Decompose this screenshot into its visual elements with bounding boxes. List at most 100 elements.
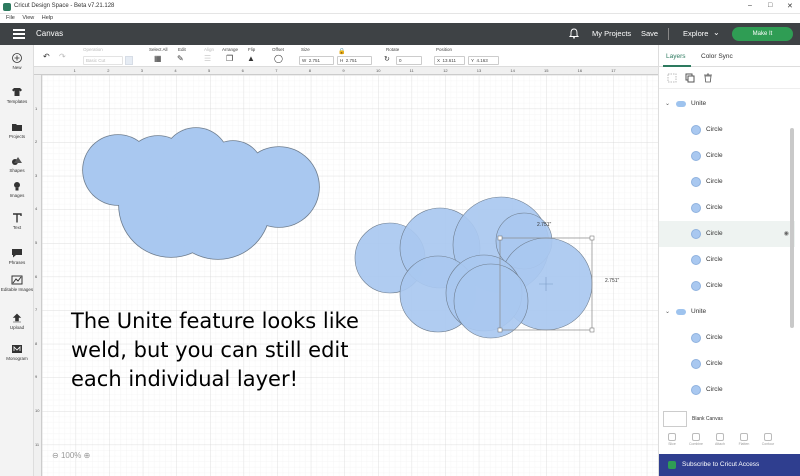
cricut-logo-icon: [3, 3, 11, 11]
chevron-down-icon[interactable]: ⌄: [665, 308, 670, 315]
zoom-control[interactable]: ⊖ 100% ⊕: [52, 451, 90, 460]
layer-row[interactable]: Circle: [659, 351, 795, 377]
sidebar-item-shapes[interactable]: Shapes: [0, 156, 34, 173]
contour-button[interactable]: Contour: [759, 433, 777, 446]
layer-label: Circle: [706, 386, 723, 393]
blank-canvas-thumbnail[interactable]: [663, 411, 687, 427]
arrange-icon[interactable]: ❐: [226, 54, 233, 63]
layer-group-label: Unite: [691, 100, 707, 107]
layer-row[interactable]: Circle: [659, 247, 795, 273]
subscribe-banner[interactable]: Subscribe to Cricut Access: [659, 454, 800, 476]
attach-button[interactable]: Attach: [711, 433, 729, 446]
combine-button[interactable]: Combine: [687, 433, 705, 446]
slice-button[interactable]: Slice: [663, 433, 681, 446]
edit-icon[interactable]: ✎: [177, 54, 184, 63]
x-position-field[interactable]: X 13.611: [434, 56, 465, 65]
layer-row[interactable]: Circle: [659, 273, 795, 299]
ruler-tick-label: 10: [376, 68, 381, 73]
menu-view[interactable]: View: [22, 15, 34, 21]
eye-icon[interactable]: ◉: [784, 230, 789, 237]
tab-color-sync[interactable]: Color Sync: [701, 53, 733, 60]
edit-toolbar: ↶ ↷ Operation Basic Cut Select All ▦ Edi…: [34, 45, 658, 67]
ruler-tick-label: 11: [35, 441, 40, 447]
sidebar-item-upload[interactable]: Upload: [0, 313, 34, 330]
zoom-level: 100%: [60, 451, 82, 460]
layer-row[interactable]: Circle: [659, 325, 795, 351]
layer-row[interactable]: Circle ◉: [659, 221, 795, 247]
sidebar-item-phrases[interactable]: Phrases: [0, 248, 34, 265]
rotate-label: Rotate: [386, 47, 400, 52]
caption-line: The Unite feature looks like: [71, 309, 359, 333]
flatten-button[interactable]: Flatten: [735, 433, 753, 446]
menu-file[interactable]: File: [6, 15, 15, 21]
sidebar-item-text[interactable]: Text: [0, 213, 34, 230]
undo-icon[interactable]: ↶: [43, 52, 50, 61]
width-field[interactable]: W 2.751: [299, 56, 334, 65]
rotate-field[interactable]: 0: [396, 56, 422, 65]
flip-icon[interactable]: ▲: [247, 54, 255, 63]
align-icon[interactable]: ☰: [204, 54, 211, 63]
circle-layer-icon: [691, 177, 701, 187]
caption-line: weld, but you can still edit: [71, 338, 349, 362]
lock-icon[interactable]: 🔒: [338, 48, 345, 55]
make-it-button[interactable]: Make It: [732, 27, 793, 41]
size-label: Size: [301, 47, 310, 52]
resize-handle[interactable]: [497, 327, 503, 333]
notification-bell-icon[interactable]: [569, 28, 579, 39]
sidebar-item-label: Templates: [6, 99, 28, 104]
tab-layers[interactable]: Layers: [666, 53, 686, 60]
offset-icon[interactable]: ◯: [274, 54, 283, 63]
layer-row[interactable]: Circle: [659, 195, 795, 221]
hamburger-menu-icon[interactable]: [13, 29, 25, 39]
operation-select[interactable]: Basic Cut: [83, 56, 123, 65]
my-projects-link[interactable]: My Projects: [592, 29, 631, 38]
zoom-in-icon[interactable]: ⊕: [84, 451, 91, 460]
chevron-down-icon[interactable]: ⌄: [665, 100, 670, 107]
layer-row[interactable]: Circle: [659, 117, 795, 143]
sidebar-item-monogram[interactable]: Monogram: [0, 344, 34, 361]
zoom-out-icon[interactable]: ⊖: [52, 451, 59, 460]
ruler-tick-label: 6: [241, 68, 244, 73]
save-button[interactable]: Save: [641, 29, 658, 38]
height-field[interactable]: H 2.751: [337, 56, 372, 65]
resize-handle[interactable]: [589, 327, 595, 333]
action-label: Slice: [668, 442, 676, 446]
chevron-down-icon[interactable]: ⌄: [713, 28, 720, 37]
menu-help[interactable]: Help: [42, 15, 53, 21]
layer-row[interactable]: Circle: [659, 169, 795, 195]
circle-layer-icon: [691, 333, 701, 343]
sidebar-item-images[interactable]: Images: [0, 181, 34, 198]
group-icon[interactable]: [667, 73, 677, 83]
left-ruler: 1 2 3 4 5 6 7 8 9 10 11: [34, 75, 42, 476]
layer-group-row[interactable]: ⌄ Unite: [659, 299, 795, 325]
minimize-icon[interactable]: –: [748, 2, 752, 9]
layer-group-row[interactable]: ⌄ Unite: [659, 91, 795, 117]
resize-handle[interactable]: [589, 235, 595, 241]
sidebar-item-new[interactable]: New: [0, 53, 34, 70]
redo-icon[interactable]: ↷: [59, 52, 66, 61]
duplicate-icon[interactable]: [685, 73, 695, 83]
sidebar-item-editable-images[interactable]: Editable Images: [0, 275, 34, 292]
sidebar-item-projects[interactable]: Projects: [0, 122, 34, 139]
caption-line: each individual layer!: [71, 367, 299, 391]
trash-icon[interactable]: [703, 73, 713, 83]
layers-scrollbar[interactable]: [790, 128, 794, 328]
plus-icon: [12, 53, 22, 63]
explore-button[interactable]: Explore: [683, 29, 708, 38]
rotate-icon[interactable]: ↻: [384, 55, 390, 63]
layer-row[interactable]: Circle: [659, 377, 795, 403]
circle-layer-shape[interactable]: [453, 263, 529, 339]
close-icon[interactable]: ✕: [787, 2, 793, 10]
shirt-icon: [12, 88, 22, 96]
resize-handle[interactable]: [497, 235, 503, 241]
y-position-field[interactable]: Y 4.163: [468, 56, 499, 65]
layer-label: Circle: [706, 178, 723, 185]
select-all-icon[interactable]: ▦: [154, 54, 162, 63]
layer-list: ⌄ Unite Circle Circle Circle Circle Circle ◉ Cir…: [659, 91, 795, 403]
app-window: Cricut Design Space - Beta v7.21.128 – □…: [0, 0, 800, 476]
sidebar-item-templates[interactable]: Templates: [0, 87, 34, 104]
color-swatch[interactable]: [125, 56, 133, 65]
design-canvas[interactable]: 1 2 3 4 5 6 7 8 9 10 11 12 13 14 15 16 17 1 2 3 4 5 6 7 8 9 10 11 …: [34, 67, 658, 476]
layer-row[interactable]: Circle: [659, 143, 795, 169]
maximize-icon[interactable]: □: [768, 2, 772, 9]
